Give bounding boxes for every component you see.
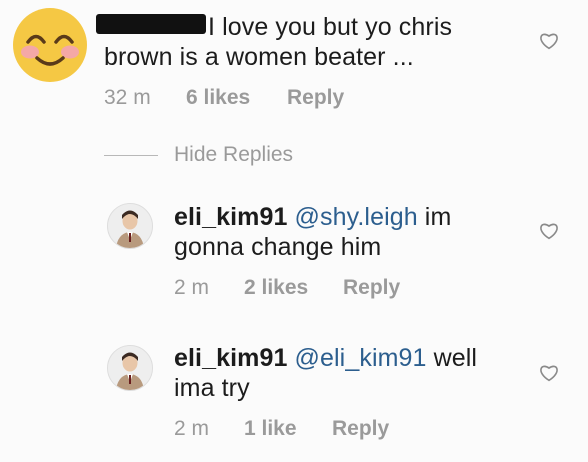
- hide-replies-button[interactable]: Hide Replies: [174, 143, 293, 167]
- heart-icon[interactable]: [539, 364, 559, 382]
- reply-text-line2: gonna change him: [174, 233, 382, 261]
- reply-text-line1: eli_kim91 @eli_kim91 well: [174, 343, 477, 373]
- reply-text-line2: ima try: [174, 374, 250, 402]
- avatar[interactable]: [107, 203, 153, 249]
- reply-mention[interactable]: @shy.leigh: [295, 203, 418, 231]
- redacted-username: [96, 14, 206, 34]
- reply-likes[interactable]: 1 like: [244, 417, 297, 441]
- avatar[interactable]: [107, 345, 153, 391]
- reply-username[interactable]: eli_kim91: [174, 344, 288, 372]
- heart-icon[interactable]: [539, 222, 559, 240]
- reply-time: 2 m: [174, 417, 210, 440]
- comment-time: 32 m: [104, 86, 151, 109]
- reply-spacer: [288, 203, 295, 231]
- avatar-emoji[interactable]: [12, 7, 88, 83]
- reply-time: 2 m: [174, 276, 210, 299]
- hide-replies-divider: [104, 155, 158, 156]
- comment-likes[interactable]: 6 likes: [186, 86, 250, 110]
- reply-text-rest: well: [426, 344, 478, 372]
- reply-spacer: [288, 344, 295, 372]
- reply-text-rest: im: [417, 203, 452, 231]
- reply-mention[interactable]: @eli_kim91: [295, 344, 427, 372]
- comment-text-line2: brown is a women beater ...: [104, 43, 414, 71]
- comment-text-line1: I love you but yo chris: [208, 13, 453, 41]
- reply-likes[interactable]: 2 likes: [244, 276, 308, 300]
- comment-reply-button[interactable]: Reply: [287, 86, 344, 110]
- heart-icon[interactable]: [539, 32, 559, 50]
- reply-text-line1: eli_kim91 @shy.leigh im: [174, 202, 451, 232]
- reply-reply-button[interactable]: Reply: [343, 276, 400, 300]
- reply-username[interactable]: eli_kim91: [174, 203, 288, 231]
- reply-reply-button[interactable]: Reply: [332, 417, 389, 441]
